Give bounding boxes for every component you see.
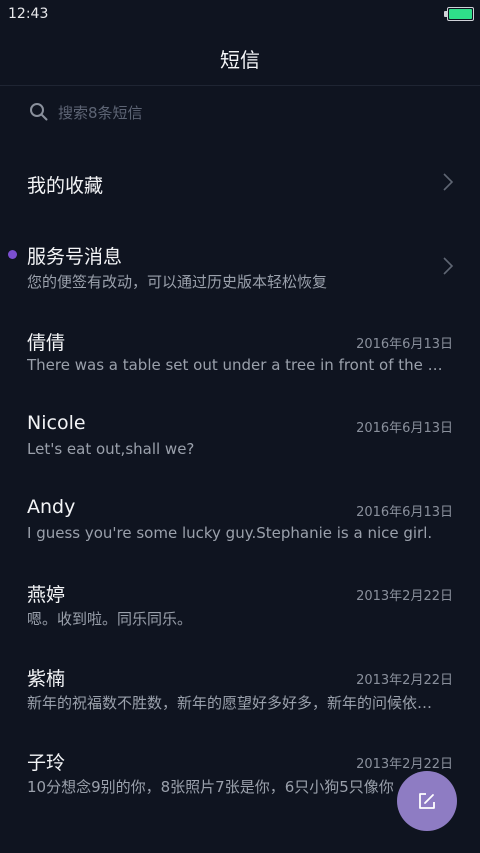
page-title: 短信 xyxy=(220,48,260,72)
conversation-item[interactable]: Nicole 2016年6月13日 Let's eat out,shall we… xyxy=(0,392,480,476)
favorites-item[interactable]: 我的收藏 xyxy=(0,140,480,224)
message-date: 2016年6月13日 xyxy=(356,421,453,436)
conversation-item[interactable]: 燕婷 2013年2月22日 嗯。收到啦。同乐同乐。 xyxy=(0,560,480,644)
contact-name: Andy xyxy=(27,496,76,518)
message-preview: 新年的祝福数不胜数，新年的愿望好多好多，新年的问候依… xyxy=(27,694,433,712)
conversation-item[interactable]: Andy 2016年6月13日 I guess you're some luck… xyxy=(0,476,480,560)
conversation-item[interactable]: 紫楠 2013年2月22日 新年的祝福数不胜数，新年的愿望好多好多，新年的问候依… xyxy=(0,644,480,728)
message-preview: 嗯。收到啦。同乐同乐。 xyxy=(27,610,193,628)
conversation-item[interactable]: 倩倩 2016年6月13日 There was a table set out … xyxy=(0,308,480,392)
status-time: 12:43 xyxy=(8,6,49,22)
unread-dot xyxy=(8,250,17,259)
message-preview: There was a table set out under a tree i… xyxy=(27,356,447,374)
messages-screen: 12:43 短信 搜索8条短信 我的收藏 服务号消息 您的便签有改动，可以通过历… xyxy=(0,0,480,853)
compose-icon xyxy=(419,793,435,809)
battery-icon xyxy=(444,7,474,21)
message-date: 2013年2月22日 xyxy=(356,757,453,772)
chevron-right-icon xyxy=(443,257,454,275)
contact-name: 子玲 xyxy=(27,752,66,774)
contact-name: 倩倩 xyxy=(27,332,66,354)
status-bar: 12:43 xyxy=(0,0,480,28)
contact-name: 紫楠 xyxy=(27,668,66,690)
chevron-right-icon xyxy=(443,173,454,191)
message-date: 2013年2月22日 xyxy=(356,673,453,688)
message-date: 2013年2月22日 xyxy=(356,589,453,604)
search-bar[interactable]: 搜索8条短信 xyxy=(28,98,448,128)
message-preview: I guess you're some lucky guy.Stephanie … xyxy=(27,524,433,542)
message-preview: 10分想念9别的你，8张照片7张是你，6只小狗5只像你 xyxy=(27,778,394,796)
compose-button[interactable] xyxy=(397,771,457,831)
contact-name: 燕婷 xyxy=(27,584,66,606)
contact-name: Nicole xyxy=(27,412,86,434)
search-input[interactable]: 搜索8条短信 xyxy=(58,102,143,123)
service-preview: 您的便签有改动，可以通过历史版本轻松恢复 xyxy=(27,273,328,291)
header: 短信 xyxy=(0,28,480,86)
message-date: 2016年6月13日 xyxy=(356,505,453,520)
search-icon xyxy=(30,103,48,121)
favorites-label: 我的收藏 xyxy=(27,175,104,197)
message-preview: Let's eat out,shall we? xyxy=(27,440,195,458)
service-messages-item[interactable]: 服务号消息 您的便签有改动，可以通过历史版本轻松恢复 xyxy=(0,224,480,308)
message-date: 2016年6月13日 xyxy=(356,337,453,352)
service-label: 服务号消息 xyxy=(27,246,123,268)
